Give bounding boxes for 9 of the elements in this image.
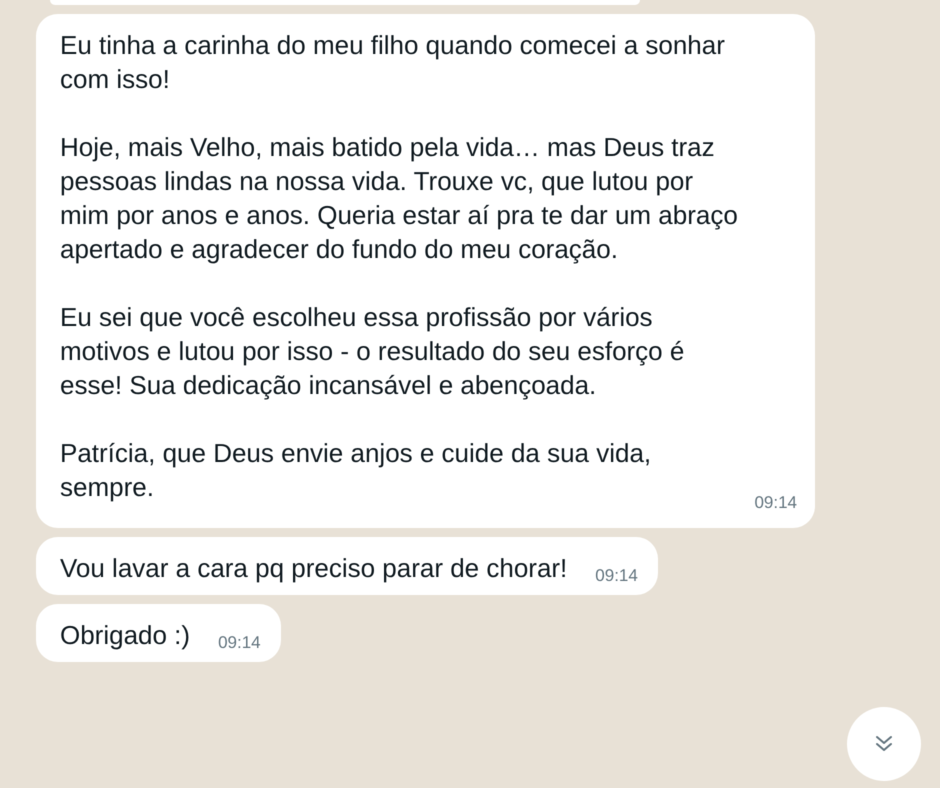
message-text: Obrigado :) — [60, 618, 190, 652]
message-time: 09:14 — [754, 492, 797, 514]
message-time: 09:14 — [595, 565, 638, 587]
message-text: Patrícia, que Deus envie anjos e cuide da sua vida, sempre. — [60, 437, 652, 504]
message-text: Vou lavar a cara pq preciso parar de chorar! — [60, 552, 568, 584]
message-time: 09:14 — [218, 632, 261, 654]
message-text: Eu sei que você escolheu essa profissão por vários motivos e lutou por isso - o resultado do seu esforço é esse! Sua dedicação incansável e abençoada. — [60, 301, 686, 402]
message-text: Eu tinha a carinha do meu filho quando comecei a sonhar com isso! — [60, 29, 726, 96]
message-text: Hoje, mais Velho, mais batido pela vida… mas Deus traz pessoas lindas na nossa vida. Trouxe vc, que lutou por mim por anos e anos. Queria estar aí pra te dar um abraço apertado e agradecer do fundo do meu coração. — [60, 131, 739, 266]
